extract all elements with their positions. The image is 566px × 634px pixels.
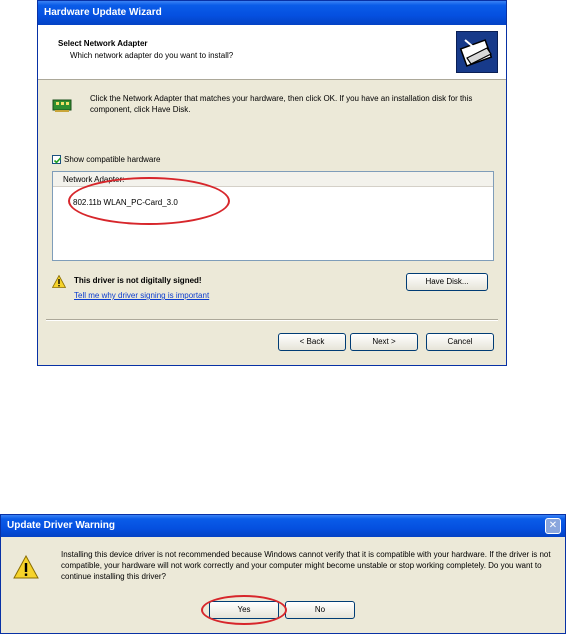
- instructions-text: Click the Network Adapter that matches y…: [90, 94, 473, 114]
- network-adapter-icon: [52, 97, 74, 113]
- warning-message: Installing this device driver is not rec…: [61, 550, 551, 581]
- warning-dialog-icon: [13, 554, 39, 579]
- warning-title-bar[interactable]: Update Driver Warning ✕: [1, 515, 565, 537]
- wizard-title: Hardware Update Wizard: [44, 7, 162, 18]
- page-title: Select Network Adapter: [58, 39, 148, 48]
- update-driver-warning-window: Update Driver Warning ✕ Installing this …: [0, 514, 566, 634]
- close-icon: ✕: [548, 520, 558, 531]
- no-button[interactable]: No: [285, 601, 355, 619]
- show-compatible-checkbox[interactable]: [52, 155, 62, 164]
- back-button[interactable]: < Back: [278, 333, 346, 351]
- highlight-ellipse-yes: [201, 595, 287, 625]
- warning-icon: [51, 274, 67, 288]
- hardware-update-wizard-window: Hardware Update Wizard Select Network Ad…: [37, 0, 507, 366]
- page-subtitle: Which network adapter do you want to ins…: [70, 51, 234, 60]
- footer-separator: [46, 319, 498, 321]
- wizard-header: Select Network Adapter Which network ada…: [38, 25, 506, 80]
- close-button[interactable]: ✕: [545, 518, 561, 534]
- wizard-title-bar[interactable]: Hardware Update Wizard: [38, 1, 506, 25]
- unsigned-driver-warning: This driver is not digitally signed!: [74, 276, 202, 285]
- driver-signing-link[interactable]: Tell me why driver signing is important: [74, 291, 209, 300]
- warning-dialog-title: Update Driver Warning: [7, 520, 115, 531]
- next-button[interactable]: Next >: [350, 333, 418, 351]
- hardware-wizard-icon: [456, 31, 498, 73]
- checkmark-icon: [53, 157, 62, 164]
- highlight-ellipse-adapter: [68, 177, 230, 225]
- have-disk-button[interactable]: Have Disk...: [406, 273, 488, 291]
- cancel-button[interactable]: Cancel: [426, 333, 494, 351]
- show-compatible-label[interactable]: Show compatible hardware: [64, 155, 161, 164]
